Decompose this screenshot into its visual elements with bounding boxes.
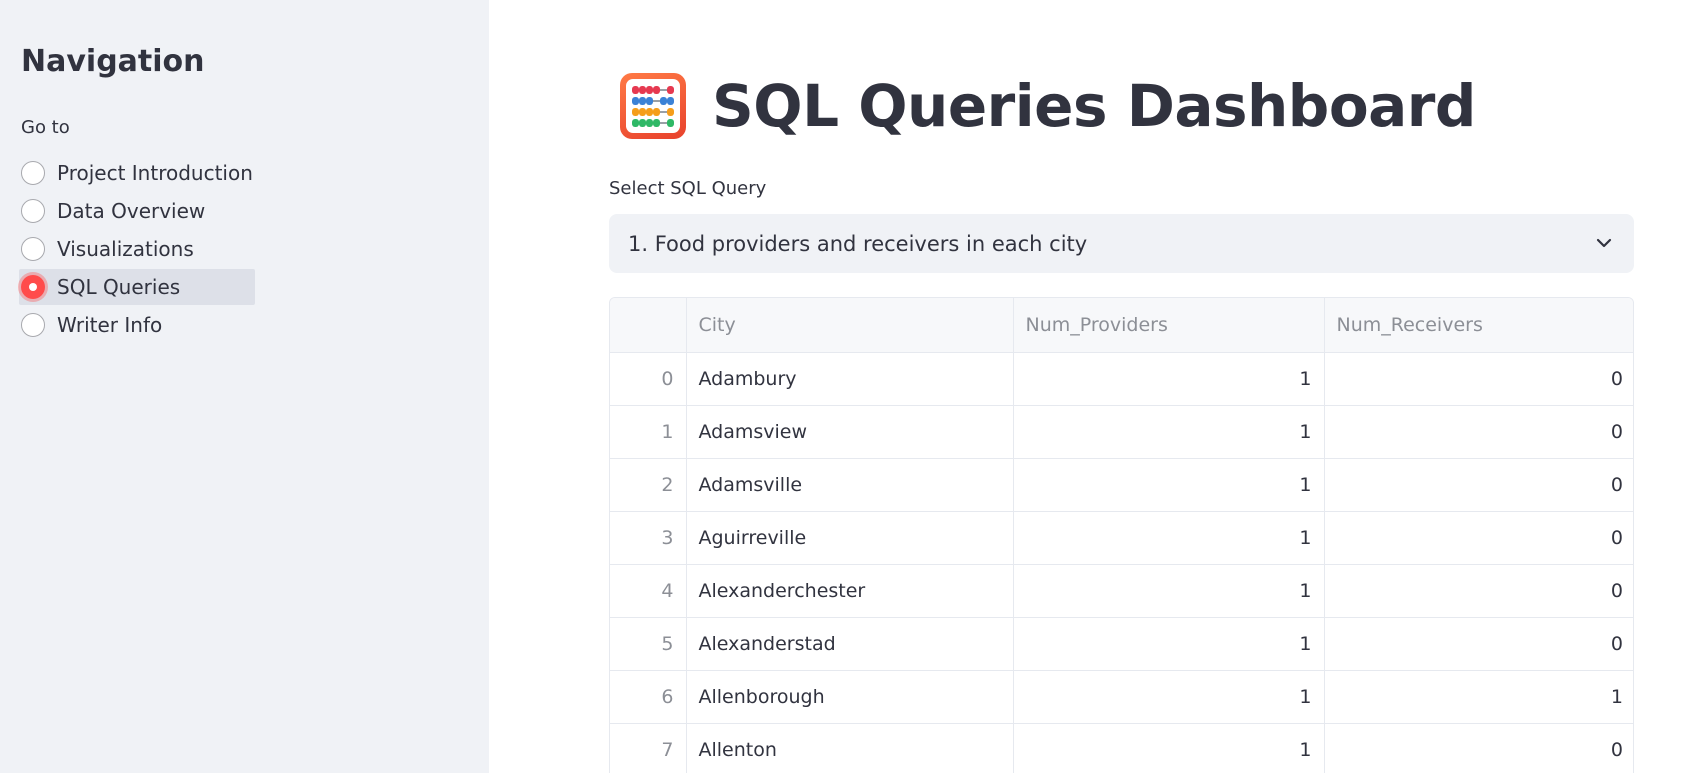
column-header-city[interactable]: City: [686, 298, 1014, 353]
radio-item-label: SQL Queries: [57, 275, 181, 299]
column-header-num-receivers[interactable]: Num_Receivers: [1324, 298, 1633, 353]
cell-num-providers[interactable]: 1: [1013, 564, 1325, 618]
radio-group-label: Go to: [21, 117, 70, 138]
navigation-radio-group: Project Introduction Data Overview Visua…: [19, 155, 255, 345]
cell-city[interactable]: Alexanderchester: [686, 564, 1014, 618]
column-header-index[interactable]: [610, 298, 687, 353]
radio-button-icon[interactable]: [21, 313, 45, 337]
row-index: 2: [610, 458, 687, 512]
radio-item-writer-info[interactable]: Writer Info: [19, 307, 255, 343]
table-row: 7 Allenton 1 0: [610, 723, 1633, 773]
row-index: 0: [610, 352, 687, 406]
select-value: 1. Food providers and receivers in each …: [628, 231, 1088, 256]
radio-button-icon[interactable]: [21, 199, 45, 223]
table-row: 3 Aguirreville 1 0: [610, 511, 1633, 565]
radio-item-label: Writer Info: [57, 313, 163, 337]
cell-city[interactable]: Adambury: [686, 352, 1014, 406]
cell-num-providers[interactable]: 1: [1013, 670, 1325, 724]
cell-num-providers[interactable]: 1: [1013, 617, 1325, 671]
row-index: 1: [610, 405, 687, 459]
sidebar-title: Navigation: [21, 44, 205, 79]
radio-item-label: Project Introduction: [57, 161, 253, 185]
cell-city[interactable]: Adamsville: [686, 458, 1014, 512]
cell-city[interactable]: Adamsview: [686, 405, 1014, 459]
cell-num-receivers[interactable]: 0: [1324, 723, 1633, 773]
cell-num-providers[interactable]: 1: [1013, 511, 1325, 565]
page-header: SQL Queries Dashboard: [620, 72, 1476, 140]
radio-item-project-introduction[interactable]: Project Introduction: [19, 155, 255, 191]
cell-num-receivers[interactable]: 0: [1324, 564, 1633, 618]
cell-num-providers[interactable]: 1: [1013, 723, 1325, 773]
abacus-icon: [620, 73, 686, 139]
cell-num-receivers[interactable]: 0: [1324, 458, 1633, 512]
select-label: Select SQL Query: [609, 178, 767, 199]
table-header-row: City Num_Providers Num_Receivers: [610, 298, 1633, 353]
cell-num-receivers[interactable]: 0: [1324, 352, 1633, 406]
cell-num-receivers[interactable]: 0: [1324, 617, 1633, 671]
cell-city[interactable]: Allenton: [686, 723, 1014, 773]
column-header-num-providers[interactable]: Num_Providers: [1013, 298, 1325, 353]
chevron-down-icon[interactable]: [1594, 233, 1614, 253]
main-content: SQL Queries Dashboard Select SQL Query 1…: [489, 0, 1708, 773]
radio-item-sql-queries[interactable]: SQL Queries: [19, 269, 255, 305]
table-row: 6 Allenborough 1 1: [610, 670, 1633, 724]
radio-button-icon[interactable]: [21, 237, 45, 261]
radio-item-label: Data Overview: [57, 199, 206, 223]
page-title: SQL Queries Dashboard: [712, 72, 1476, 140]
cell-num-providers[interactable]: 1: [1013, 352, 1325, 406]
cell-city[interactable]: Alexanderstad: [686, 617, 1014, 671]
table-row: 4 Alexanderchester 1 0: [610, 564, 1633, 618]
table-row: 5 Alexanderstad 1 0: [610, 617, 1633, 671]
row-index: 5: [610, 617, 687, 671]
table-row: 1 Adamsview 1 0: [610, 405, 1633, 459]
radio-item-data-overview[interactable]: Data Overview: [19, 193, 255, 229]
table-row: 0 Adambury 1 0: [610, 352, 1633, 406]
radio-item-label: Visualizations: [57, 237, 194, 261]
sidebar: Navigation Go to Project Introduction Da…: [0, 0, 489, 773]
cell-num-providers[interactable]: 1: [1013, 458, 1325, 512]
data-table[interactable]: City Num_Providers Num_Receivers 0 Adamb…: [609, 297, 1634, 773]
radio-button-icon[interactable]: [21, 161, 45, 185]
radio-item-visualizations[interactable]: Visualizations: [19, 231, 255, 267]
row-index: 6: [610, 670, 687, 724]
table-row: 2 Adamsville 1 0: [610, 458, 1633, 512]
row-index: 7: [610, 723, 687, 773]
row-index: 4: [610, 564, 687, 618]
sql-query-select[interactable]: 1. Food providers and receivers in each …: [609, 214, 1634, 273]
radio-button-selected-icon[interactable]: [21, 275, 45, 299]
row-index: 3: [610, 511, 687, 565]
cell-city[interactable]: Aguirreville: [686, 511, 1014, 565]
cell-num-receivers[interactable]: 0: [1324, 511, 1633, 565]
cell-num-providers[interactable]: 1: [1013, 405, 1325, 459]
cell-num-receivers[interactable]: 1: [1324, 670, 1633, 724]
cell-city[interactable]: Allenborough: [686, 670, 1014, 724]
cell-num-receivers[interactable]: 0: [1324, 405, 1633, 459]
